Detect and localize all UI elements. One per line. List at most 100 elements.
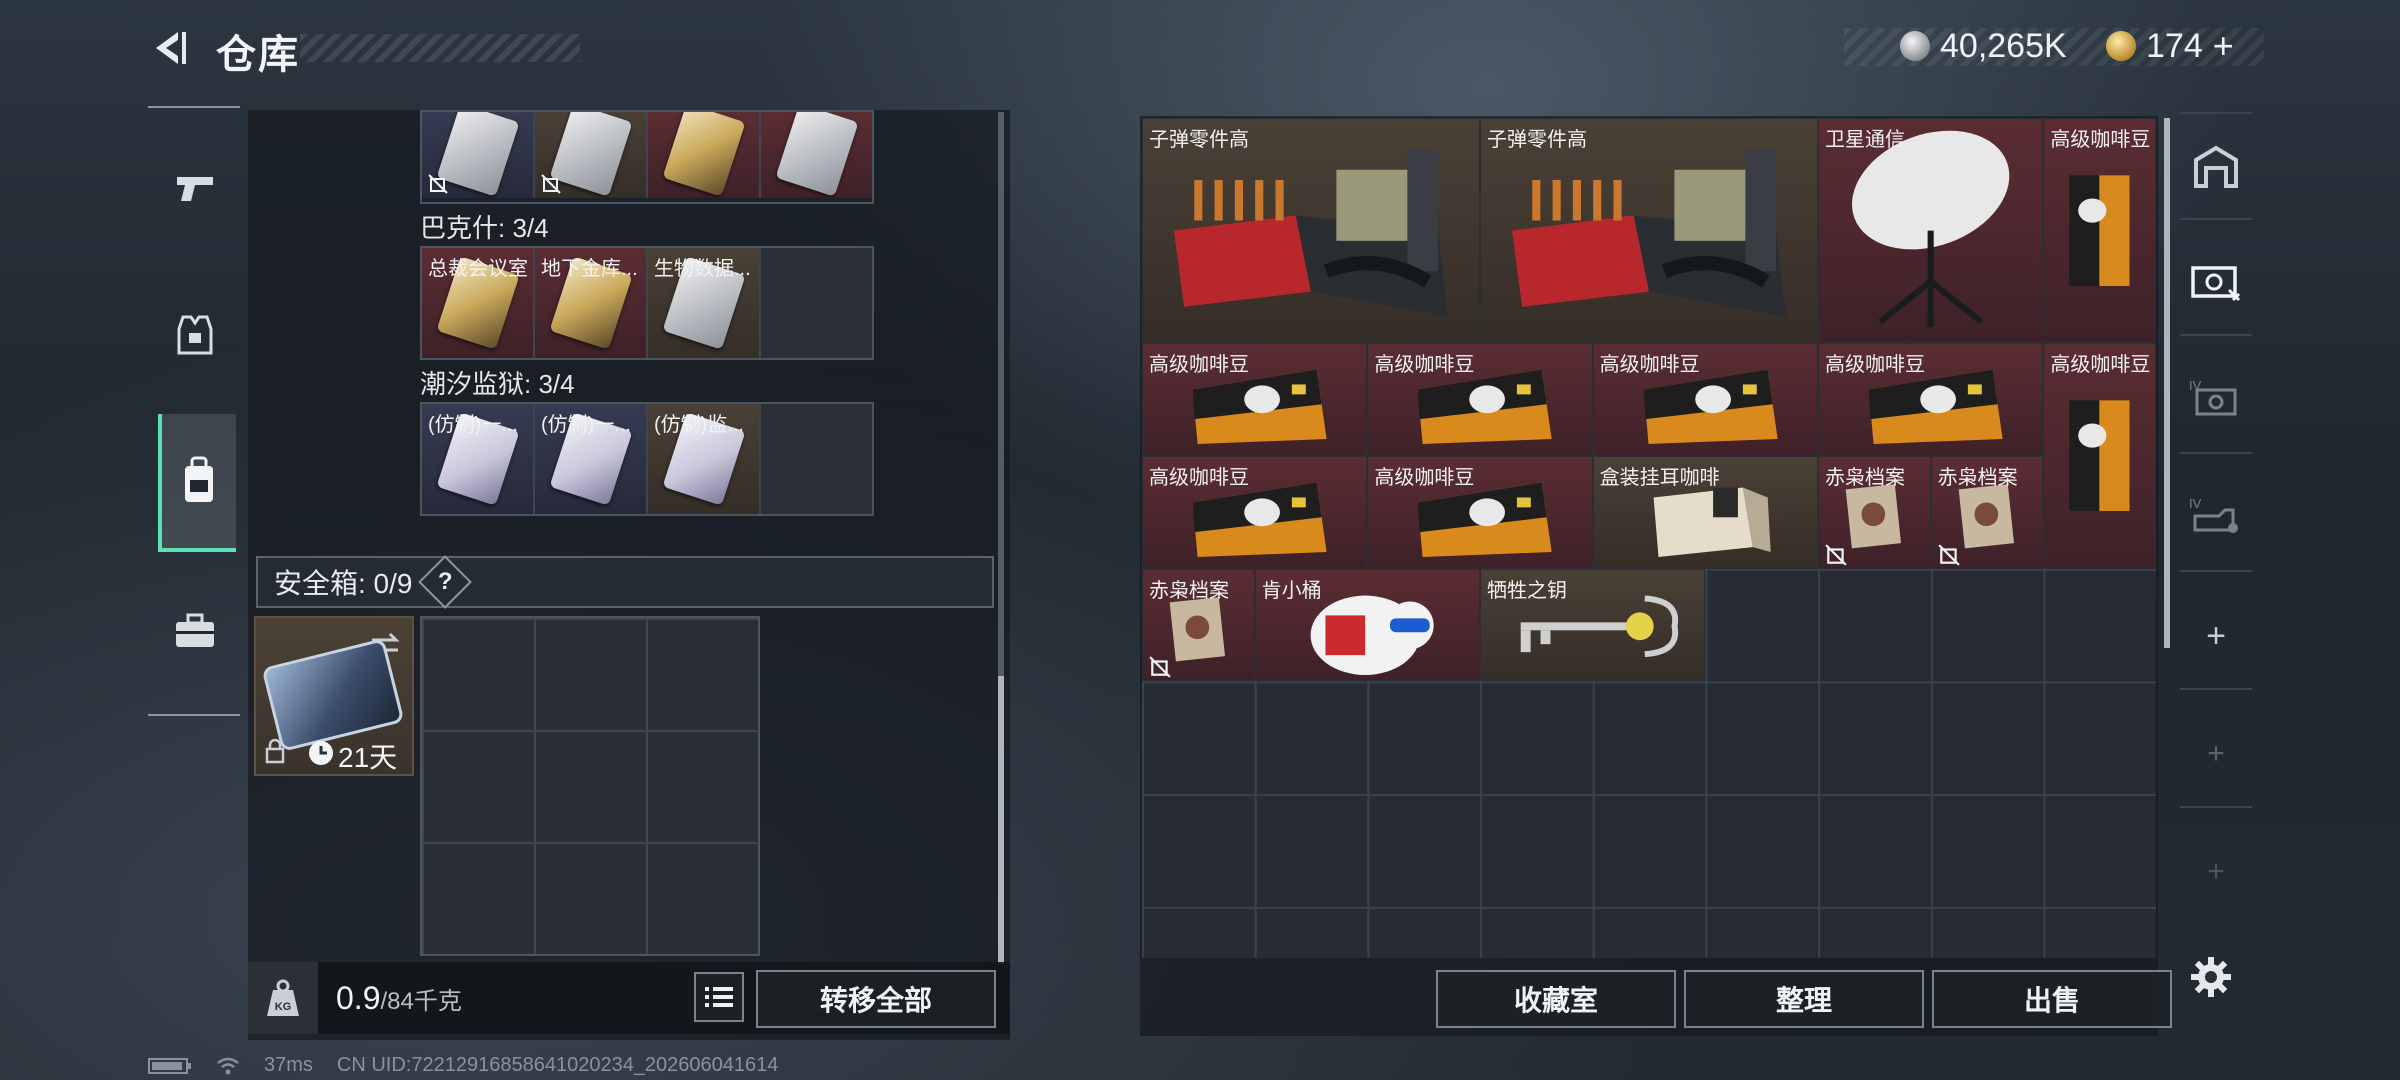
ping-text: 37ms <box>264 1054 313 1076</box>
section-title-tidal-prison: 潮汐监狱: 3/4 <box>420 369 575 399</box>
keycard-slot[interactable]: 地下金库... <box>535 248 648 358</box>
back-arrow-icon <box>156 32 186 64</box>
stash-item[interactable]: 肯小桶 <box>1254 568 1480 682</box>
no-drop-badge <box>1825 543 1847 566</box>
item-label: 高级咖啡豆 <box>2050 354 2151 377</box>
stash-tab-iv-a[interactable]: IV <box>2180 348 2252 454</box>
safebox-header: 安全箱: 0/9 ? <box>256 555 994 609</box>
backpack-icon <box>185 456 213 502</box>
sell-button[interactable]: 出售 <box>1932 970 2172 1028</box>
keycard-row-2: (仿制)一... (仿制)一... (仿制)监... <box>420 402 874 516</box>
keycard-slot[interactable] <box>535 112 648 198</box>
add-stash-button[interactable]: + <box>2180 584 2252 690</box>
title-stripe <box>300 34 580 62</box>
vehicle-iv-icon: IV <box>2189 496 2238 533</box>
stash-item[interactable]: 高级咖啡豆 <box>1142 343 1368 456</box>
stash-scrollbar[interactable] <box>2164 118 2170 648</box>
coffee-bag-icon <box>2069 175 2130 286</box>
add-currency-icon[interactable]: + <box>2213 25 2234 67</box>
stash-item[interactable]: 子弹零件高 <box>1142 118 1480 344</box>
safebox-grid[interactable] <box>420 616 760 956</box>
empty-keycard-slot[interactable] <box>761 248 872 358</box>
vest-icon <box>177 315 213 355</box>
keycard-row-1: 总裁会议室 地下金库... 生物数据... <box>420 246 874 360</box>
item-label: 子弹零件高 <box>1149 129 1249 151</box>
list-view-button[interactable] <box>694 972 744 1022</box>
keycard-label: (仿制)一... <box>541 414 631 436</box>
silver-amount: 40,265K <box>1940 26 2067 65</box>
transfer-all-button[interactable]: 转移全部 <box>756 970 996 1028</box>
clock-icon <box>309 741 333 765</box>
stash-item[interactable]: 高级咖啡豆 <box>2043 343 2156 569</box>
keycard-label: 总裁会议室 <box>428 258 528 280</box>
collection-room-button[interactable]: 收藏室 <box>1436 970 1676 1028</box>
keycard-slot[interactable]: 生物数据... <box>648 248 761 358</box>
stash-item[interactable]: 赤枭档案 <box>1818 456 1931 569</box>
organize-button[interactable]: 整理 <box>1684 970 1924 1028</box>
warehouse-icon <box>2194 145 2238 188</box>
tab-armor[interactable] <box>158 290 232 380</box>
no-drop-badge <box>541 174 561 194</box>
keycard-slot[interactable] <box>422 112 535 198</box>
back-button[interactable] <box>148 26 192 70</box>
stash-item[interactable]: 高级咖啡豆 <box>1367 456 1593 569</box>
add-stash-locked: + <box>2180 702 2252 808</box>
no-drop-badge <box>428 174 448 194</box>
status-bar: 37ms CN UID:72212916858641020234_2026060… <box>148 1054 778 1077</box>
keycard-slot[interactable] <box>648 112 761 198</box>
gold-currency[interactable]: 174 + <box>2106 24 2234 68</box>
weight-readout: 0.9 /84千克 <box>336 980 462 1017</box>
gold-coin-icon <box>2106 31 2136 61</box>
item-label: 高级咖啡豆 <box>1825 354 1925 377</box>
keycard-label: (仿制)一... <box>428 414 518 436</box>
stash-tab-1[interactable] <box>2180 112 2252 220</box>
satellite-dish-icon <box>1851 130 2010 328</box>
add-stash-locked-2: + <box>2207 855 2225 888</box>
keycard-slot[interactable]: 总裁会议室 <box>422 248 535 358</box>
item-label: 赤枭档案 <box>1825 467 1905 489</box>
stash-item[interactable]: 盒装挂耳咖啡 <box>1592 456 1818 569</box>
stash-item[interactable]: 高级咖啡豆 <box>2043 118 2156 344</box>
safebox-container[interactable]: 21天 <box>254 616 414 776</box>
stash-item[interactable]: 高级咖啡豆 <box>1818 343 2044 456</box>
settings-button[interactable] <box>2190 956 2232 1003</box>
stash-item[interactable]: 卫星通信 <box>1818 118 2044 344</box>
stash-tab-2[interactable] <box>2180 230 2252 336</box>
keycard-image <box>661 112 746 197</box>
keycard-slot[interactable]: (仿制)一... <box>422 404 535 514</box>
weight-max: /84千克 <box>380 988 462 1015</box>
keycard-slot[interactable] <box>761 112 872 198</box>
item-label: 高级咖啡豆 <box>1374 354 1475 377</box>
keycard-slot[interactable]: (仿制)一... <box>535 404 648 514</box>
battery-icon <box>148 1057 191 1074</box>
stash-item[interactable]: 赤枭档案 <box>1930 456 2044 569</box>
weight-icon: KG <box>267 979 299 1016</box>
keycard-row-0 <box>420 110 874 204</box>
no-drop-icon <box>1149 656 1171 678</box>
stash-grid[interactable]: 子弹零件高 子弹零件高 卫星通信 高级咖啡豆 高级咖啡豆 高级咖啡豆 高级咖啡豆 高级咖啡豆高… <box>1142 118 2156 958</box>
empty-keycard-slot[interactable] <box>761 404 872 514</box>
stash-item[interactable]: 高级咖啡豆 <box>1142 456 1368 569</box>
stash-item[interactable]: 子弹零件高 <box>1480 118 1818 344</box>
help-button[interactable]: ? <box>418 555 473 609</box>
stash-tab-iv-b[interactable]: IV <box>2180 466 2252 572</box>
stash-item[interactable]: 高级咖啡豆 <box>1592 343 1818 456</box>
money-case-iv-icon: IV <box>2189 378 2237 416</box>
keycard-slot[interactable]: (仿制)监... <box>648 404 761 514</box>
uid-text: CN UID:72212916858641020234_202606041614 <box>336 1054 779 1076</box>
gold-amount: 174 <box>2146 26 2203 65</box>
item-label: 子弹零件高 <box>1487 129 1587 151</box>
stash-item[interactable]: 赤枭档案 <box>1142 568 1255 682</box>
tab-backpack[interactable] <box>158 414 236 552</box>
no-drop-icon <box>1825 543 1847 566</box>
safebox-label: 安全箱: 0/9 <box>274 568 413 599</box>
keycard-label: (仿制)监... <box>654 414 744 436</box>
item-label: 高级咖啡豆 <box>2050 129 2151 151</box>
safebox-duration: 21天 <box>338 742 398 773</box>
stash-item[interactable]: 牺牲之钥 <box>1480 568 1706 682</box>
stash-item[interactable]: 高级咖啡豆 <box>1367 343 1593 456</box>
tab-briefcase[interactable] <box>158 586 232 676</box>
tab-weapons[interactable] <box>158 144 232 234</box>
left-scrollbar-thumb[interactable] <box>998 676 1004 964</box>
item-label: 赤枭档案 <box>1149 579 1229 602</box>
